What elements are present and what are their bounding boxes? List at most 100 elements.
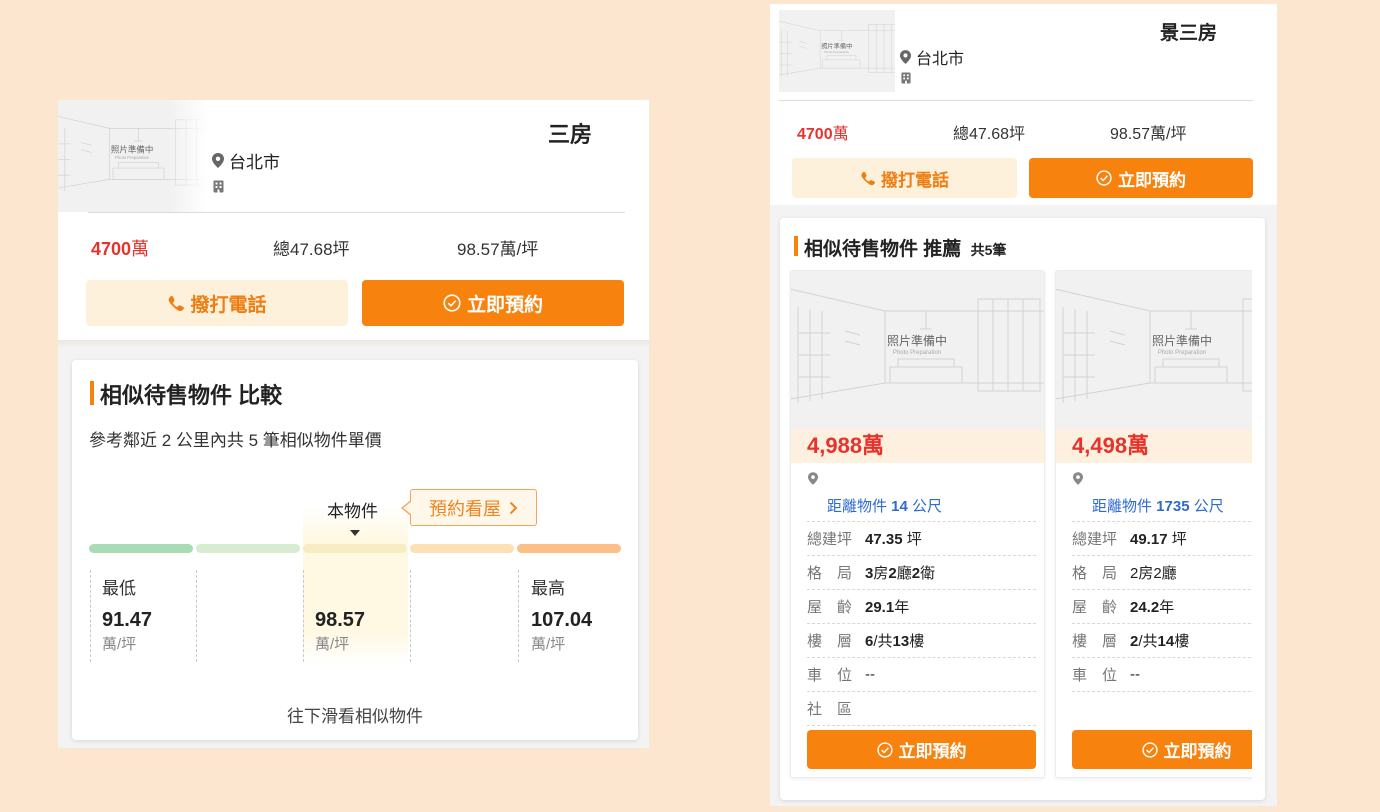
detail-row: 總建坪 47.35 坪 <box>807 522 1036 556</box>
current-unit: 萬/坪 <box>315 636 350 653</box>
check-circle-icon <box>443 294 461 312</box>
result-count-prefix: 共 <box>970 242 985 258</box>
left-screen: 照片準備中 Photo Preparation 三房 台北市 4700萬 總47.… <box>58 100 649 748</box>
photo-placeholder-text: 照片準備中 <box>111 144 154 154</box>
row-value-part: 24.2 <box>1130 599 1160 616</box>
row-value-part: 年 <box>1159 599 1175 616</box>
detail-value: -- <box>1130 666 1140 683</box>
listing-title: 三房 <box>548 122 593 147</box>
section-accent-bar <box>794 236 798 256</box>
row-value-part: 樓 <box>1174 633 1190 650</box>
max-label: 最高 <box>531 579 565 598</box>
photo-placeholder-graphic: 照片準備中 Photo Preparation <box>1056 271 1252 429</box>
photo-placeholder-text: 照片準備中 <box>1152 333 1212 348</box>
row-value-part: 2房2廳 <box>1130 565 1177 582</box>
listing-photo[interactable]: 照片準備中 Photo Preparation <box>779 10 895 92</box>
recommended-listing-card[interactable]: 照片準備中 Photo Preparation 4,988萬 距離物件 14 公尺 總建… <box>790 270 1045 778</box>
photo-fade <box>168 100 208 212</box>
detail-label: 格 局 <box>807 565 853 582</box>
call-button[interactable]: 撥打電話 <box>792 158 1017 198</box>
detail-value: 29.1年 <box>865 596 909 617</box>
row-value-part: 13 <box>892 633 910 650</box>
row-value-part: 2 <box>888 565 897 582</box>
call-button-label: 撥打電話 <box>190 294 267 316</box>
tooltip-label: 預約看屋 <box>429 498 501 519</box>
min-label: 最低 <box>102 579 136 598</box>
chevron-right-icon <box>509 501 518 514</box>
right-screen: 照片準備中 Photo Preparation 景三房 台北市 4700萬 總47… <box>770 4 1277 806</box>
check-circle-icon <box>1096 170 1112 186</box>
distance-unit: 公尺 <box>907 498 943 515</box>
book-button[interactable]: 立即預約 <box>1072 730 1252 769</box>
book-button[interactable]: 立即預約 <box>807 730 1036 769</box>
row-value-part: 29.1 <box>865 599 895 616</box>
listing-photo[interactable]: 照片準備中 Photo Preparation <box>791 271 1044 429</box>
listing-unit-price: 98.57萬/坪 <box>457 240 539 259</box>
detail-row: 樓 層 6/共13樓 <box>807 624 1036 658</box>
detail-row: 屋 齡 24.2年 <box>1072 590 1252 624</box>
price-range-segment <box>410 544 514 553</box>
price-comparison-card: 相似待售物件 比較 參考鄰近 2 公里內共 5 筆相似物件單價 本物件 預約看屋… <box>72 360 638 740</box>
current-value: 98.57 <box>315 609 366 631</box>
book-button-label: 立即預約 <box>898 742 967 761</box>
detail-value: 47.35 坪 <box>865 528 922 549</box>
detail-row: 車 位 -- <box>1072 658 1252 692</box>
listing-price-unit: 萬 <box>832 126 849 143</box>
result-count-suffix: 筆 <box>992 242 1007 258</box>
distance-link[interactable]: 距離物件 14 公尺 <box>827 495 942 516</box>
call-button[interactable]: 撥打電話 <box>86 280 348 326</box>
listing-unit-price: 98.57萬/坪 <box>1110 126 1187 143</box>
book-button[interactable]: 立即預約 <box>1029 158 1253 198</box>
divider <box>518 570 519 662</box>
detail-list: 總建坪 49.17 坪格 局 2房2廳屋 齡 24.2年樓 層 2/共14樓車 位 -- <box>1072 522 1252 692</box>
photo-placeholder-graphic: 照片準備中Photo Preparation <box>779 10 895 92</box>
listing-photo[interactable]: 照片準備中 Photo Preparation <box>1056 271 1252 429</box>
phone-icon <box>169 295 185 311</box>
divider <box>410 570 411 662</box>
min-unit: 萬/坪 <box>102 636 137 653</box>
photo-placeholder-text: 照片準備中 <box>887 333 947 348</box>
detail-label: 總建坪 <box>807 531 853 548</box>
phone-icon <box>861 171 875 185</box>
recommended-listing-card[interactable]: 照片準備中 Photo Preparation 4,498萬 距離物件 1735 公尺… <box>1055 270 1252 778</box>
listing-price-value: 4700 <box>797 126 833 143</box>
row-value-part: 廳 <box>896 565 912 582</box>
detail-value: 2/共14樓 <box>1130 630 1189 651</box>
detail-row: 格 局 3房2廳2衛 <box>807 556 1036 590</box>
detail-value: 24.2年 <box>1130 596 1174 617</box>
distance-prefix: 距離物件 <box>827 498 892 515</box>
detail-label: 屋 齡 <box>1072 599 1118 616</box>
photo-placeholder-subtext: Photo Preparation <box>1158 350 1206 356</box>
distance-value: 14 <box>891 498 908 515</box>
call-button-label: 撥打電話 <box>881 170 949 190</box>
divider <box>303 570 304 662</box>
listing-price: 4700萬 <box>91 235 149 261</box>
distance-unit: 公尺 <box>1189 498 1224 515</box>
photo-placeholder-subtext: Photo Preparation <box>115 155 150 160</box>
listing-location: 台北市 <box>212 148 280 173</box>
map-pin-icon <box>212 153 224 168</box>
detail-row: 車 位 -- <box>807 658 1036 692</box>
max-value: 107.04 <box>531 609 593 631</box>
distance-prefix: 距離物件 <box>1092 498 1157 515</box>
distance-link[interactable]: 距離物件 1735 公尺 <box>1092 495 1224 516</box>
recommendation-carousel[interactable]: 照片準備中 Photo Preparation 4,988萬 距離物件 14 公尺 總建… <box>780 270 1252 784</box>
caret-down-icon <box>350 530 360 536</box>
photo-placeholder-subtext: Photo Preparation <box>824 50 849 54</box>
detail-row: 社 區 <box>807 692 1036 726</box>
price-range-segment <box>196 544 300 553</box>
detail-value: 2房2廳 <box>1130 562 1177 583</box>
book-button[interactable]: 立即預約 <box>362 280 624 326</box>
section-title: 相似待售物件 比較 <box>100 383 283 408</box>
detail-row: 屋 齡 29.1年 <box>807 590 1036 624</box>
check-circle-icon <box>876 741 893 758</box>
min-value: 91.47 <box>102 609 153 631</box>
row-value-part: 衛 <box>920 565 936 582</box>
listing-title: 景三房 <box>1160 23 1218 44</box>
book-viewing-tooltip[interactable]: 預約看屋 <box>401 489 537 526</box>
scroll-hint[interactable]: 往下滑看相似物件 <box>72 702 638 727</box>
book-button-label: 立即預約 <box>466 294 543 316</box>
distance-value: 1735 <box>1156 498 1190 515</box>
detail-value: 6/共13樓 <box>865 630 924 651</box>
row-value-part: /共 <box>1138 633 1158 650</box>
